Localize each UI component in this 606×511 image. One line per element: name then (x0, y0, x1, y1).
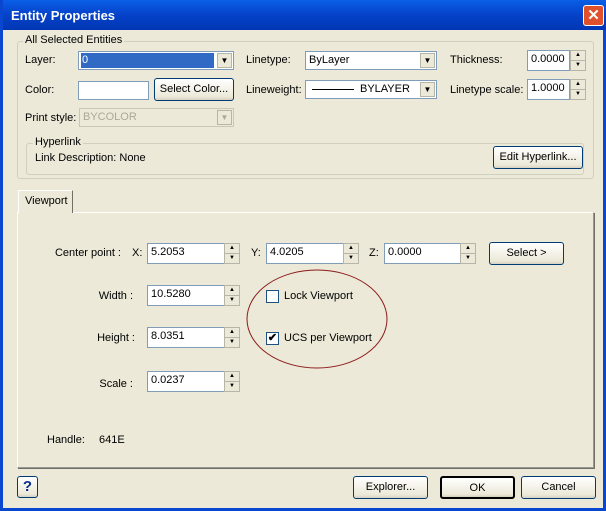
lineweight-label: Lineweight: (246, 84, 302, 96)
handle-label: Handle: (47, 434, 85, 446)
linetype-combo[interactable]: ByLayer ▼ (305, 51, 437, 70)
annotation-ellipse (246, 269, 388, 369)
linetype-scale-spinner[interactable]: ▲ ▼ (570, 79, 586, 100)
scale-spinner[interactable]: ▲ ▼ (224, 371, 240, 392)
width-spinner[interactable]: ▲ ▼ (224, 285, 240, 306)
ok-button[interactable]: OK (440, 476, 515, 499)
print-style-label: Print style: (25, 112, 77, 124)
color-swatch[interactable] (78, 81, 149, 100)
center-x-spinner[interactable]: ▲ ▼ (224, 243, 240, 264)
thickness-input[interactable]: 0.0000 (527, 50, 570, 71)
center-z-input[interactable]: 0.0000 (384, 243, 461, 264)
close-button[interactable]: ✕ (583, 5, 604, 26)
tab-viewport[interactable]: Viewport (18, 190, 73, 213)
chevron-down-icon[interactable]: ▼ (420, 53, 435, 68)
hyperlink-label: Hyperlink (33, 136, 83, 148)
width-input[interactable]: 10.5280 (147, 285, 225, 306)
edit-hyperlink-button[interactable]: Edit Hyperlink... (493, 146, 583, 169)
z-label: Z: (369, 247, 379, 259)
thickness-label: Thickness: (450, 54, 503, 66)
scale-input[interactable]: 0.0237 (147, 371, 225, 392)
scale-label: Scale : (99, 378, 133, 390)
dialog-title: Entity Properties (11, 8, 116, 23)
height-spinner[interactable]: ▲ ▼ (224, 327, 240, 348)
y-label: Y: (251, 247, 261, 259)
print-style-combo: BYCOLOR ▼ (79, 108, 234, 127)
linetype-scale-label: Linetype scale: (450, 84, 524, 96)
height-label: Height : (97, 332, 135, 344)
center-y-input[interactable]: 4.0205 (266, 243, 344, 264)
help-button[interactable]: ? (17, 476, 38, 498)
select-point-button[interactable]: Select > (489, 242, 564, 265)
select-color-button[interactable]: Select Color... (154, 78, 234, 101)
width-label: Width : (98, 290, 133, 302)
lineweight-combo[interactable]: BYLAYER ▼ (305, 80, 437, 99)
print-style-value: BYCOLOR (83, 111, 137, 123)
height-input[interactable]: 8.0351 (147, 327, 225, 348)
layer-value: 0 (81, 53, 214, 68)
link-description: Link Description: None (35, 152, 146, 164)
chevron-down-icon: ▼ (217, 110, 232, 125)
group-label: All Selected Entities (23, 34, 125, 46)
title-bar: Entity Properties (3, 0, 606, 30)
linetype-value: ByLayer (309, 54, 350, 66)
chevron-down-icon[interactable]: ▼ (420, 82, 435, 97)
center-y-spinner[interactable]: ▲ ▼ (343, 243, 359, 264)
cancel-button[interactable]: Cancel (521, 476, 596, 499)
chevron-down-icon[interactable]: ▼ (217, 53, 232, 68)
center-z-spinner[interactable]: ▲ ▼ (460, 243, 476, 264)
line-sample (312, 89, 354, 90)
layer-label: Layer: (25, 54, 56, 66)
explorer-button[interactable]: Explorer... (353, 476, 428, 499)
lineweight-value: BYLAYER (360, 83, 410, 95)
entity-properties-dialog: Entity Properties ✕ All Selected Entitie… (0, 0, 606, 511)
handle-value: 641E (99, 434, 125, 446)
color-label: Color: (25, 84, 55, 96)
thickness-spinner[interactable]: ▲ ▼ (570, 50, 586, 71)
linetype-label: Linetype: (246, 54, 291, 66)
linetype-scale-input[interactable]: 1.0000 (527, 79, 570, 100)
center-point-label: Center point : (54, 247, 121, 259)
center-x-input[interactable]: 5.2053 (147, 243, 225, 264)
x-label: X: (132, 247, 143, 259)
layer-combo[interactable]: 0 ▼ (78, 51, 234, 70)
